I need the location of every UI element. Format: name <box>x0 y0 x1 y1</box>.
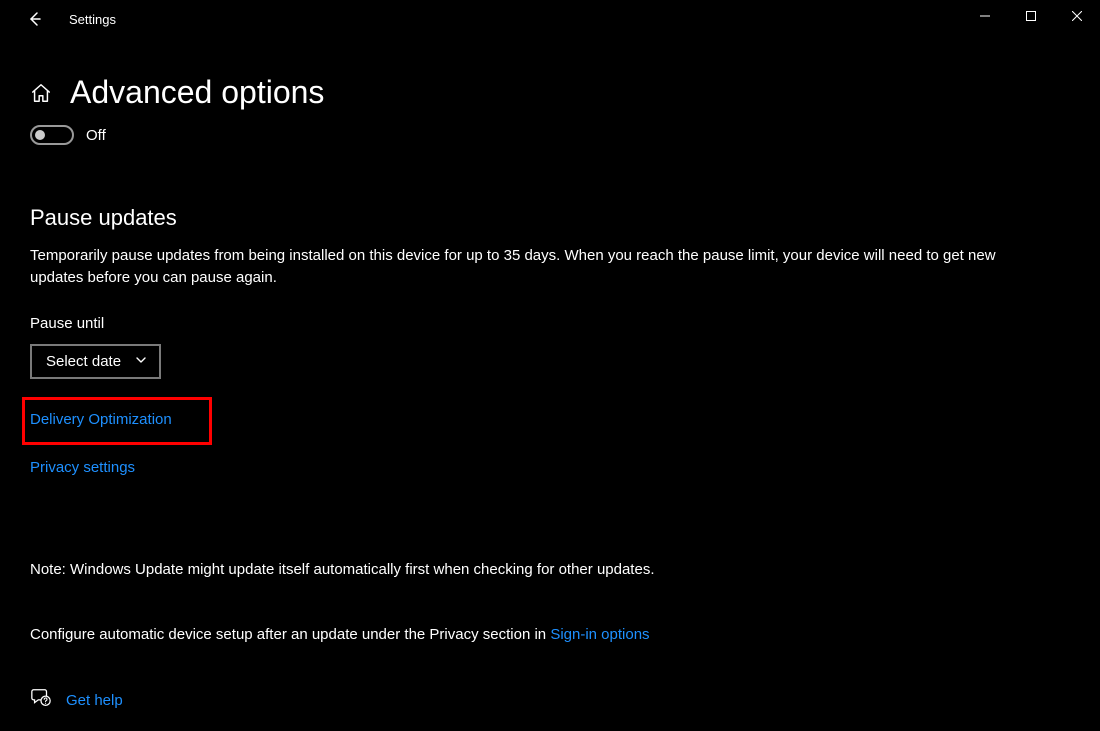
signin-options-link[interactable]: Sign-in options <box>550 626 649 643</box>
toggle-label: Off <box>86 127 106 144</box>
page-title: Advanced options <box>70 74 324 111</box>
minimize-icon <box>980 11 990 21</box>
back-button[interactable] <box>15 0 53 38</box>
configure-text: Configure automatic device setup after a… <box>30 626 1070 643</box>
close-icon <box>1072 11 1082 21</box>
note-text: Note: Windows Update might update itself… <box>30 561 1070 578</box>
metered-toggle[interactable] <box>30 125 74 145</box>
pause-until-label: Pause until <box>30 315 1070 332</box>
home-icon[interactable] <box>30 82 52 104</box>
pause-updates-heading: Pause updates <box>30 205 1070 231</box>
select-date-label: Select date <box>46 353 121 370</box>
minimize-button[interactable] <box>962 0 1008 32</box>
privacy-settings-link[interactable]: Privacy settings <box>30 459 135 476</box>
close-button[interactable] <box>1054 0 1100 32</box>
back-arrow-icon <box>26 11 42 27</box>
window-title: Settings <box>69 12 116 27</box>
maximize-button[interactable] <box>1008 0 1054 32</box>
chat-help-icon <box>30 687 52 714</box>
delivery-optimization-link[interactable]: Delivery Optimization <box>30 411 172 428</box>
pause-updates-description: Temporarily pause updates from being ins… <box>30 245 1040 289</box>
chevron-down-icon <box>135 353 147 370</box>
pause-until-select[interactable]: Select date <box>30 344 161 379</box>
configure-text-static: Configure automatic device setup after a… <box>30 626 550 643</box>
toggle-knob <box>35 130 45 140</box>
maximize-icon <box>1026 11 1036 21</box>
get-help-link[interactable]: Get help <box>66 692 123 709</box>
